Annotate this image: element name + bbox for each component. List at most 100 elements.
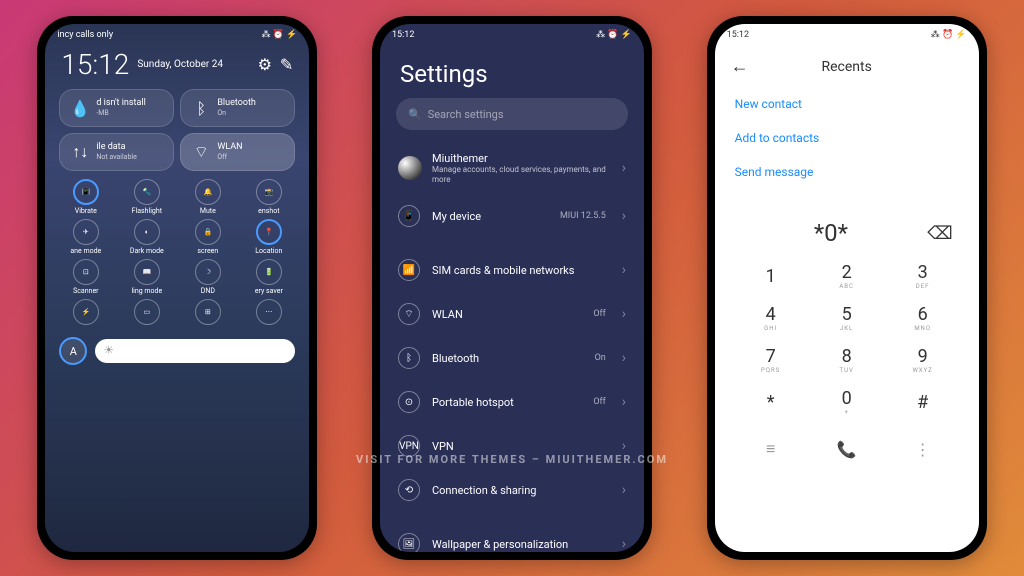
- profile-subtitle: Manage accounts, cloud services, payment…: [432, 165, 612, 184]
- status-time: 15:12: [727, 30, 749, 40]
- row-label: Wallpaper & personalization: [432, 538, 594, 551]
- row-icon: ᛒ: [398, 347, 420, 369]
- quick-label: Scanner: [73, 287, 98, 295]
- quick-icon: 🔋: [256, 259, 282, 285]
- search-placeholder: Search settings: [428, 108, 504, 121]
- quick-quick4-1[interactable]: ▭: [118, 299, 175, 327]
- dialer-link[interactable]: Send message: [735, 155, 959, 189]
- key-5[interactable]: 5JKL: [809, 297, 885, 339]
- row-icon: 📱: [398, 205, 420, 227]
- settings-row[interactable]: ᛒBluetoothOn›: [380, 336, 644, 380]
- search-input[interactable]: 🔍 Search settings: [396, 98, 628, 130]
- quick-icon: 📸: [256, 179, 282, 205]
- quick-quick3-1[interactable]: 📖ling mode: [118, 259, 175, 295]
- settings-row[interactable]: ⌔WLANOff›: [380, 292, 644, 336]
- key-letters: JKL: [840, 325, 853, 332]
- chevron-right-icon: ›: [622, 438, 626, 454]
- quick-label: Flashlight: [132, 207, 162, 215]
- status-icons: ⁂ ⏰ ⚡: [931, 30, 967, 40]
- tile-2[interactable]: ↑↓ile dataNot available: [59, 133, 174, 171]
- dialer-bottom: ≡ 📞 ⋮: [715, 423, 979, 475]
- kebab-icon[interactable]: ⋮: [885, 440, 961, 459]
- tile-0[interactable]: 💧d isn't install-MB: [59, 89, 174, 127]
- profile-row[interactable]: Miuithemer Manage accounts, cloud servic…: [380, 142, 644, 194]
- key-digit: 8: [842, 346, 852, 367]
- settings-row[interactable]: 📶SIM cards & mobile networks›: [380, 248, 644, 292]
- key-8[interactable]: 8TUV: [809, 339, 885, 381]
- chevron-right-icon: ›: [622, 262, 626, 278]
- quick-label: ery saver: [255, 287, 283, 295]
- edit-icon[interactable]: ✎: [280, 55, 293, 74]
- key-digit: 9: [918, 346, 928, 367]
- key-4[interactable]: 4GHI: [733, 297, 809, 339]
- row-label: Connection & sharing: [432, 484, 594, 497]
- settings-row[interactable]: ⟲Connection & sharing›: [380, 468, 644, 512]
- key-9[interactable]: 9WXYZ: [885, 339, 961, 381]
- quick-quick3-0[interactable]: ⊡Scanner: [57, 259, 114, 295]
- quick-quick2-0[interactable]: ✈ane mode: [57, 219, 114, 255]
- dialer-link[interactable]: Add to contacts: [735, 121, 959, 155]
- settings-list: 📱My deviceMIUI 12.5.5› 📶SIM cards & mobil…: [380, 194, 644, 552]
- tile-icon: ⌔: [191, 142, 211, 162]
- quick-quick2-2[interactable]: 🔒screen: [179, 219, 236, 255]
- key-letters: PQRS: [761, 367, 780, 374]
- auto-brightness-toggle[interactable]: A: [59, 337, 87, 365]
- settings-gear-icon[interactable]: ⚙: [258, 55, 272, 74]
- quick-quick1-2[interactable]: 🔔Mute: [179, 179, 236, 215]
- settings-row[interactable]: 🖼Wallpaper & personalization›: [380, 522, 644, 552]
- quick-quick1-0[interactable]: 📳Vibrate: [57, 179, 114, 215]
- quick-quick3-3[interactable]: 🔋 ery saver: [240, 259, 297, 295]
- quick-quick4-3[interactable]: ⋯: [240, 299, 297, 327]
- search-icon: 🔍: [408, 108, 422, 121]
- quick-quick3-2[interactable]: ☽DND: [179, 259, 236, 295]
- backspace-icon[interactable]: ⌫: [927, 223, 958, 244]
- settings-row[interactable]: 📱My deviceMIUI 12.5.5›: [380, 194, 644, 238]
- key-#[interactable]: #: [885, 381, 961, 423]
- quick-icon: 🔒: [195, 219, 221, 245]
- quick-quick1-3[interactable]: 📸enshot: [240, 179, 297, 215]
- tile-1[interactable]: ᛒBluetoothOn: [180, 89, 295, 127]
- quick-quick2-1[interactable]: ◐Dark mode: [118, 219, 175, 255]
- key-7[interactable]: 7PQRS: [733, 339, 809, 381]
- quick-quick4-0[interactable]: ⚡: [57, 299, 114, 327]
- menu-icon[interactable]: ≡: [733, 439, 809, 459]
- tile-sub: Off: [217, 153, 242, 161]
- tile-icon: ᛒ: [191, 98, 211, 118]
- avatar: [398, 156, 422, 180]
- quick-quick1-1[interactable]: 🔦Flashlight: [118, 179, 175, 215]
- key-digit: 2: [842, 262, 852, 283]
- key-letters: WXYZ: [912, 367, 932, 374]
- tile-label: WLAN: [217, 142, 242, 153]
- call-button[interactable]: 📞: [829, 431, 865, 467]
- quick-label: DND: [201, 287, 215, 295]
- key-letters: GHI: [764, 325, 777, 332]
- key-digit: 0: [842, 388, 852, 409]
- key-digit: 7: [766, 346, 776, 367]
- brightness-slider[interactable]: ☀: [95, 339, 295, 363]
- quick-label: Mute: [200, 207, 216, 215]
- row-value: Off: [593, 309, 605, 319]
- key-1[interactable]: 1: [733, 255, 809, 297]
- settings-row[interactable]: ⊙Portable hotspotOff›: [380, 380, 644, 424]
- key-2[interactable]: 2ABC: [809, 255, 885, 297]
- quick-icon: ✈: [73, 219, 99, 245]
- tile-sub: Not available: [96, 153, 136, 161]
- settings-row[interactable]: VPNVPN›: [380, 424, 644, 468]
- tile-sub: -MB: [96, 109, 145, 117]
- quick-quick4-2[interactable]: ⊞: [179, 299, 236, 327]
- page-title: Settings: [380, 46, 644, 98]
- quick-label: Dark mode: [130, 247, 164, 255]
- key-*[interactable]: *: [733, 381, 809, 423]
- tile-sub: On: [217, 109, 256, 117]
- row-value: MIUI 12.5.5: [560, 211, 606, 221]
- tile-3[interactable]: ⌔ WLANOff: [180, 133, 295, 171]
- dialer-link[interactable]: New contact: [735, 87, 959, 121]
- key-digit: 5: [842, 304, 852, 325]
- row-icon: 🖼: [398, 533, 420, 552]
- key-0[interactable]: 0+: [809, 381, 885, 423]
- key-6[interactable]: 6MNO: [885, 297, 961, 339]
- quick-quick2-3[interactable]: 📍Location: [240, 219, 297, 255]
- key-3[interactable]: 3DEF: [885, 255, 961, 297]
- status-icons: ⁂ ⏰ ⚡: [596, 30, 632, 40]
- dialer-links: New contactAdd to contactsSend message: [715, 87, 979, 189]
